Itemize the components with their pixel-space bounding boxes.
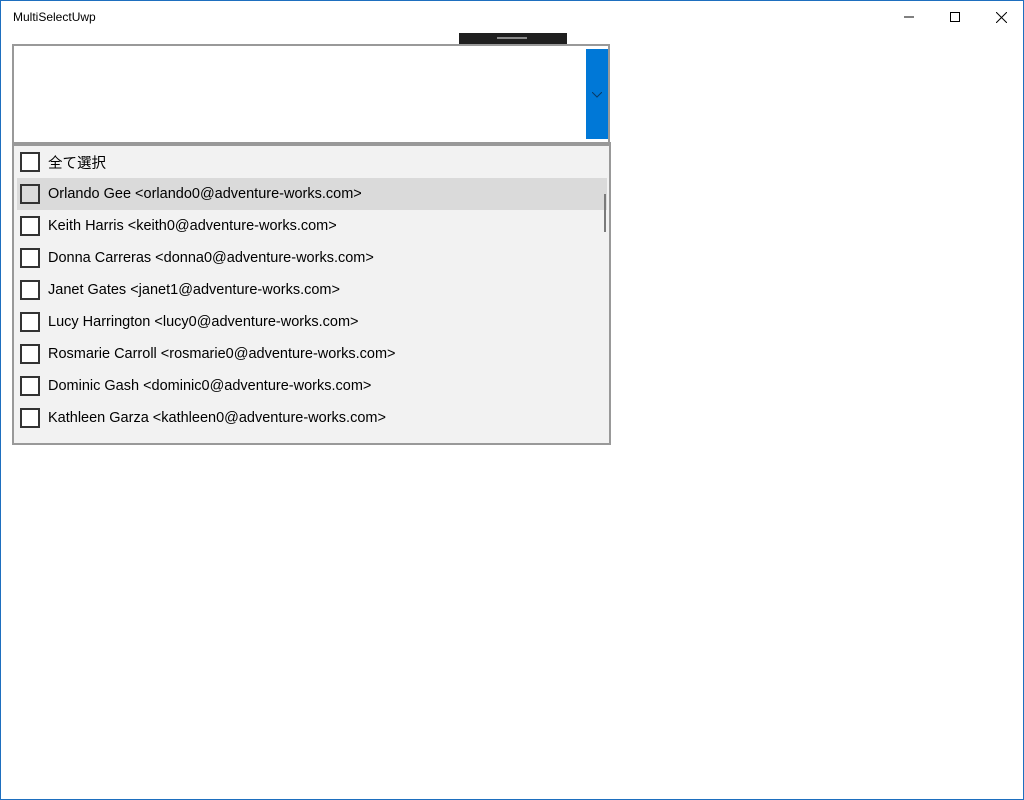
list-item[interactable]: Keith Harris <keith0@adventure-works.com…: [17, 210, 607, 242]
minimize-button[interactable]: [886, 1, 932, 33]
item-label: Dominic Gash <dominic0@adventure-works.c…: [48, 378, 372, 394]
maximize-button[interactable]: [932, 1, 978, 33]
list-item[interactable]: Rosmarie Carroll <rosmarie0@adventure-wo…: [17, 338, 607, 370]
item-checkbox[interactable]: [20, 248, 40, 268]
dropdown-list-panel: 全て選択 Orlando Gee <orlando0@adventure-wor…: [12, 142, 611, 445]
window-title: MultiSelectUwp: [13, 10, 96, 24]
item-checkbox[interactable]: [20, 312, 40, 332]
maximize-icon: [950, 12, 960, 22]
list-item[interactable]: Orlando Gee <orlando0@adventure-works.co…: [17, 178, 607, 210]
chevron-down-icon: [591, 85, 603, 103]
list-item[interactable]: Janet Gates <janet1@adventure-works.com>: [17, 274, 607, 306]
item-label: Keith Harris <keith0@adventure-works.com…: [48, 218, 337, 234]
minimize-icon: [904, 12, 914, 22]
item-checkbox[interactable]: [20, 280, 40, 300]
select-all-label: 全て選択: [48, 155, 106, 172]
item-label: Janet Gates <janet1@adventure-works.com>: [48, 282, 340, 298]
item-label: Lucy Harrington <lucy0@adventure-works.c…: [48, 314, 359, 330]
select-all-row[interactable]: 全て選択: [17, 146, 607, 178]
list-item[interactable]: Lucy Harrington <lucy0@adventure-works.c…: [17, 306, 607, 338]
list-item[interactable]: Kathleen Garza <kathleen0@adventure-work…: [17, 402, 607, 434]
multi-select-combobox[interactable]: [12, 44, 610, 144]
item-label: Donna Carreras <donna0@adventure-works.c…: [48, 250, 374, 266]
item-checkbox[interactable]: [20, 344, 40, 364]
list-item[interactable]: Donna Carreras <donna0@adventure-works.c…: [17, 242, 607, 274]
close-icon: [995, 11, 1007, 23]
item-checkbox[interactable]: [20, 216, 40, 236]
item-checkbox[interactable]: [20, 184, 40, 204]
item-label: Orlando Gee <orlando0@adventure-works.co…: [48, 186, 362, 202]
toolbar-grip: [497, 37, 527, 39]
item-checkbox[interactable]: [20, 376, 40, 396]
app-window: MultiSelectUwp 全て選択 Orlando Gee <orlando…: [0, 0, 1024, 800]
debug-toolbar-handle[interactable]: [459, 33, 567, 44]
select-all-checkbox[interactable]: [20, 152, 40, 172]
item-label: Rosmarie Carroll <rosmarie0@adventure-wo…: [48, 346, 396, 362]
checkbox-list: 全て選択 Orlando Gee <orlando0@adventure-wor…: [17, 146, 607, 434]
dropdown-toggle-button[interactable]: [586, 49, 608, 139]
item-checkbox[interactable]: [20, 408, 40, 428]
scrollbar-thumb[interactable]: [604, 194, 606, 232]
title-bar[interactable]: MultiSelectUwp: [1, 1, 1023, 33]
list-item[interactable]: Dominic Gash <dominic0@adventure-works.c…: [17, 370, 607, 402]
item-label: Kathleen Garza <kathleen0@adventure-work…: [48, 410, 386, 426]
close-button[interactable]: [978, 1, 1024, 33]
